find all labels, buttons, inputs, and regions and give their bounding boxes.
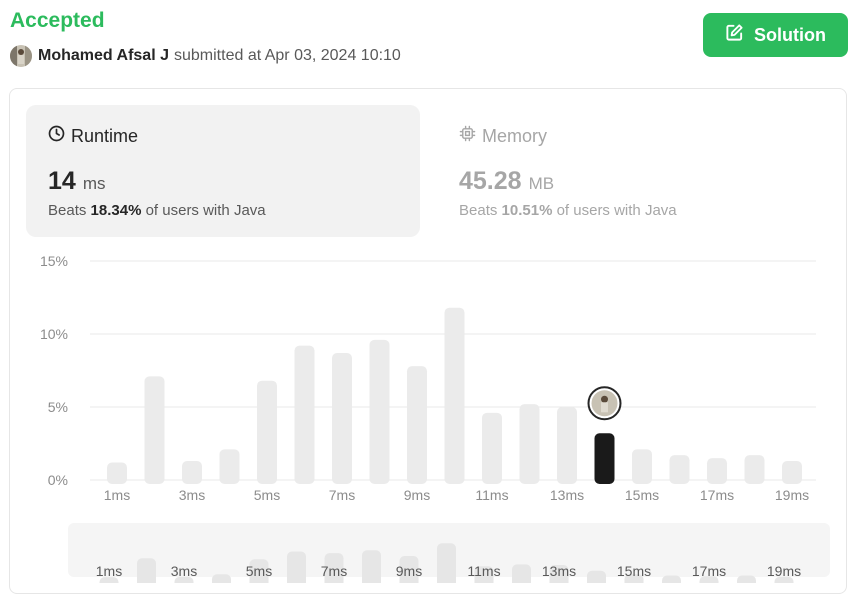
bar <box>669 455 690 484</box>
mini-bar <box>137 558 156 583</box>
x-tick-label: 17ms <box>700 487 734 503</box>
mini-tick-label: 13ms <box>542 563 576 579</box>
memory-title: Memory <box>482 125 548 146</box>
x-tick-label: 11ms <box>475 487 508 503</box>
x-tick-label: 15ms <box>625 487 659 503</box>
user-avatar[interactable] <box>10 45 32 67</box>
runtime-header: Runtime <box>48 125 138 147</box>
runtime-card[interactable]: Runtime 14 ms Beats 18.34% of users with… <box>26 105 420 237</box>
x-tick-label: 9ms <box>404 487 430 503</box>
bar <box>444 307 465 484</box>
edit-icon <box>725 23 744 47</box>
memory-card[interactable]: Memory 45.28 MB Beats 10.51% of users wi… <box>437 105 831 237</box>
x-tick-label: 1ms <box>104 487 130 503</box>
runtime-value: 14 <box>48 167 76 195</box>
bar <box>707 458 727 484</box>
bar <box>294 345 315 484</box>
y-tick-label: 10% <box>40 326 68 342</box>
memory-header: Memory <box>459 125 547 147</box>
status-accepted: Accepted <box>10 9 105 32</box>
user-marker-head <box>601 395 608 403</box>
memory-beats-prefix: Beats <box>459 202 498 219</box>
runtime-unit: ms <box>82 174 106 193</box>
bar <box>744 455 765 484</box>
bar <box>482 412 502 484</box>
x-tick-label: 5ms <box>254 487 280 503</box>
runtime-beats-prefix: Beats <box>48 202 87 219</box>
mini-tick-label: 1ms <box>96 563 122 579</box>
mini-tick-label: 17ms <box>692 563 726 579</box>
runtime-distribution-chart: 0% 5% 10% 15% 1ms 3ms 5ms 7ms 9ms 11ms 13ms 15ms 17m… <box>40 253 816 503</box>
solution-label: Solution <box>754 24 826 45</box>
memory-beats: Beats 10.51% of users with Java <box>459 202 677 219</box>
bar <box>257 380 277 484</box>
mini-bar <box>212 574 231 583</box>
bar <box>144 376 165 484</box>
mini-tick-label: 3ms <box>171 563 197 579</box>
bar <box>182 461 202 484</box>
submitted-at: submitted at Apr 03, 2024 10:10 <box>174 47 401 64</box>
runtime-beats-pct: 18.34% <box>90 202 142 219</box>
x-tick-label: 13ms <box>550 487 584 503</box>
memory-beats-pct: 10.51% <box>501 202 553 219</box>
runtime-beats: Beats 18.34% of users with Java <box>48 202 266 219</box>
chip-icon <box>459 125 476 147</box>
bar <box>519 404 540 484</box>
bar <box>407 366 427 484</box>
runtime-beats-suffix: of users with Java <box>145 202 266 219</box>
x-tick-label: 3ms <box>179 487 205 503</box>
mini-bar <box>512 564 531 583</box>
mini-bar <box>362 550 381 583</box>
memory-beats-suffix: of users with Java <box>556 202 677 219</box>
memory-value-row: 45.28 MB <box>459 167 554 196</box>
mini-bar <box>437 543 456 583</box>
y-tick-label: 15% <box>40 253 68 269</box>
x-tick-label: 19ms <box>775 487 809 503</box>
range-selector-chart: 1ms 3ms 5ms 7ms 9ms 11ms 13ms 15ms 17ms 19ms <box>96 543 801 583</box>
bar <box>332 352 352 484</box>
y-tick-label: 0% <box>48 472 68 488</box>
mini-tick-label: 19ms <box>767 563 801 579</box>
solution-button[interactable]: Solution <box>703 13 848 57</box>
mini-tick-label: 9ms <box>396 563 422 579</box>
x-tick-label: 7ms <box>329 487 355 503</box>
runtime-value-row: 14 ms <box>48 167 105 196</box>
mini-tick-label: 7ms <box>321 563 347 579</box>
mini-bar <box>737 575 756 583</box>
mini-tick-label: 15ms <box>617 563 651 579</box>
bar-highlight <box>594 433 615 484</box>
mini-bar <box>662 575 681 583</box>
mini-bar <box>587 570 606 583</box>
bar <box>782 461 802 484</box>
submission-info: Mohamed Afsal J submitted at Apr 03, 202… <box>10 45 401 67</box>
runtime-title: Runtime <box>71 125 139 146</box>
mini-tick-label: 5ms <box>246 563 272 579</box>
memory-value: 45.28 <box>459 167 522 195</box>
bar <box>557 407 577 484</box>
user-marker-body <box>601 402 608 413</box>
author-name[interactable]: Mohamed Afsal J <box>38 47 169 65</box>
bar <box>107 462 127 484</box>
bar <box>369 339 390 484</box>
clock-icon <box>48 125 65 147</box>
y-tick-label: 5% <box>48 399 68 415</box>
bar <box>219 449 240 484</box>
memory-unit: MB <box>528 174 555 193</box>
mini-tick-label: 11ms <box>467 563 500 579</box>
bar <box>632 449 652 484</box>
mini-bar <box>287 551 306 583</box>
